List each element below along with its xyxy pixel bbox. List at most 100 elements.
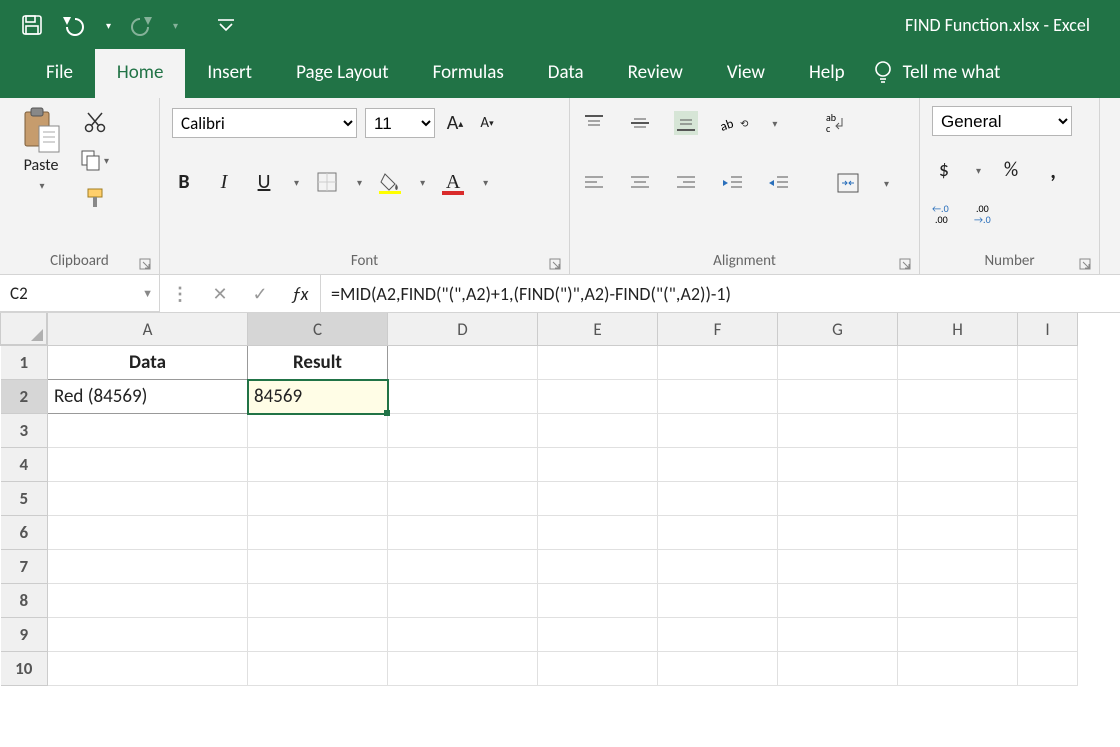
row-header-8[interactable]: 8 xyxy=(1,584,48,618)
cell-I10[interactable] xyxy=(1018,652,1078,686)
cell-C10[interactable] xyxy=(248,652,388,686)
cell-G8[interactable] xyxy=(778,584,898,618)
row-header-6[interactable]: 6 xyxy=(1,516,48,550)
cell-E9[interactable] xyxy=(538,618,658,652)
cell-E3[interactable] xyxy=(538,414,658,448)
tab-help[interactable]: Help xyxy=(787,49,867,98)
cell-F6[interactable] xyxy=(658,516,778,550)
merge-center-button[interactable] xyxy=(836,171,860,195)
row-header-1[interactable]: 1 xyxy=(1,346,48,380)
name-box-dropdown-icon[interactable]: ▼ xyxy=(142,287,153,300)
cell-D9[interactable] xyxy=(388,618,538,652)
tab-page-layout[interactable]: Page Layout xyxy=(274,49,411,98)
cell-G6[interactable] xyxy=(778,516,898,550)
cell-I2[interactable] xyxy=(1018,380,1078,414)
accounting-format-button[interactable]: $ xyxy=(932,158,956,182)
align-center-button[interactable] xyxy=(628,171,652,195)
underline-dropdown-icon[interactable]: ▾ xyxy=(294,176,299,189)
cell-I9[interactable] xyxy=(1018,618,1078,652)
row-header-9[interactable]: 9 xyxy=(1,618,48,652)
tab-insert[interactable]: Insert xyxy=(185,49,274,98)
cell-I6[interactable] xyxy=(1018,516,1078,550)
fill-color-button[interactable] xyxy=(378,170,402,194)
comma-style-button[interactable]: , xyxy=(1041,158,1065,182)
align-right-button[interactable] xyxy=(674,171,698,195)
cell-C2[interactable]: 84569 xyxy=(248,380,388,414)
tab-formulas[interactable]: Formulas xyxy=(411,49,526,98)
cell-C9[interactable] xyxy=(248,618,388,652)
bold-button[interactable]: B xyxy=(172,170,196,194)
cell-C3[interactable] xyxy=(248,414,388,448)
cell-D7[interactable] xyxy=(388,550,538,584)
border-button[interactable] xyxy=(315,170,339,194)
grow-font-button[interactable]: A▴ xyxy=(443,111,467,135)
cell-G1[interactable] xyxy=(778,346,898,380)
align-middle-button[interactable] xyxy=(628,111,652,135)
col-header-F[interactable]: F xyxy=(658,313,778,346)
cell-E1[interactable] xyxy=(538,346,658,380)
cell-I1[interactable] xyxy=(1018,346,1078,380)
merge-dropdown-icon[interactable]: ▾ xyxy=(884,177,889,190)
cell-H3[interactable] xyxy=(898,414,1018,448)
cell-A4[interactable] xyxy=(48,448,248,482)
row-header-10[interactable]: 10 xyxy=(1,652,48,686)
cell-A6[interactable] xyxy=(48,516,248,550)
cell-C1[interactable]: Result xyxy=(248,346,388,380)
fx-icon[interactable]: ƒx xyxy=(280,283,320,305)
cell-A9[interactable] xyxy=(48,618,248,652)
font-dialog-launcher[interactable] xyxy=(549,258,563,272)
row-header-3[interactable]: 3 xyxy=(1,414,48,448)
cell-F8[interactable] xyxy=(658,584,778,618)
cell-H9[interactable] xyxy=(898,618,1018,652)
row-header-2[interactable]: 2 xyxy=(1,380,48,414)
col-header-H[interactable]: H xyxy=(898,313,1018,346)
cell-C6[interactable] xyxy=(248,516,388,550)
orientation-dropdown-icon[interactable]: ▾ xyxy=(772,117,777,130)
cell-A3[interactable] xyxy=(48,414,248,448)
tell-me-search[interactable]: Tell me what xyxy=(867,50,1011,98)
wrap-text-button[interactable]: abc xyxy=(823,111,847,135)
cell-F2[interactable] xyxy=(658,380,778,414)
cell-D5[interactable] xyxy=(388,482,538,516)
cell-E8[interactable] xyxy=(538,584,658,618)
decrease-decimal-button[interactable]: .00→.0 xyxy=(974,202,998,226)
cell-I4[interactable] xyxy=(1018,448,1078,482)
cell-A7[interactable] xyxy=(48,550,248,584)
cell-I8[interactable] xyxy=(1018,584,1078,618)
row-header-4[interactable]: 4 xyxy=(1,448,48,482)
cell-F5[interactable] xyxy=(658,482,778,516)
font-size-select[interactable]: 11 xyxy=(365,108,435,138)
percent-button[interactable]: % xyxy=(999,158,1023,182)
shrink-font-button[interactable]: A▾ xyxy=(475,111,499,135)
cell-C4[interactable] xyxy=(248,448,388,482)
cell-D1[interactable] xyxy=(388,346,538,380)
cell-G3[interactable] xyxy=(778,414,898,448)
col-header-I[interactable]: I xyxy=(1018,313,1078,346)
cell-E10[interactable] xyxy=(538,652,658,686)
col-header-D[interactable]: D xyxy=(388,313,538,346)
cell-D6[interactable] xyxy=(388,516,538,550)
cell-E4[interactable] xyxy=(538,448,658,482)
col-header-G[interactable]: G xyxy=(778,313,898,346)
cell-C7[interactable] xyxy=(248,550,388,584)
cell-F1[interactable] xyxy=(658,346,778,380)
col-header-A[interactable]: A xyxy=(48,313,248,346)
cell-G4[interactable] xyxy=(778,448,898,482)
cell-F10[interactable] xyxy=(658,652,778,686)
save-icon[interactable] xyxy=(20,13,44,37)
cell-A2[interactable]: Red (84569) xyxy=(48,380,248,414)
clipboard-dialog-launcher[interactable] xyxy=(139,258,153,272)
cell-E7[interactable] xyxy=(538,550,658,584)
cell-C8[interactable] xyxy=(248,584,388,618)
undo-dropdown-icon[interactable]: ▾ xyxy=(106,19,111,32)
number-dialog-launcher[interactable] xyxy=(1079,258,1093,272)
qat-customize-icon[interactable] xyxy=(214,13,238,37)
cell-H4[interactable] xyxy=(898,448,1018,482)
format-painter-button[interactable] xyxy=(80,186,109,210)
paste-dropdown-icon[interactable]: ▾ xyxy=(39,179,44,192)
align-left-button[interactable] xyxy=(582,171,606,195)
cell-F4[interactable] xyxy=(658,448,778,482)
font-name-select[interactable]: Calibri xyxy=(172,108,357,138)
cell-E2[interactable] xyxy=(538,380,658,414)
tab-home[interactable]: Home xyxy=(95,49,186,98)
